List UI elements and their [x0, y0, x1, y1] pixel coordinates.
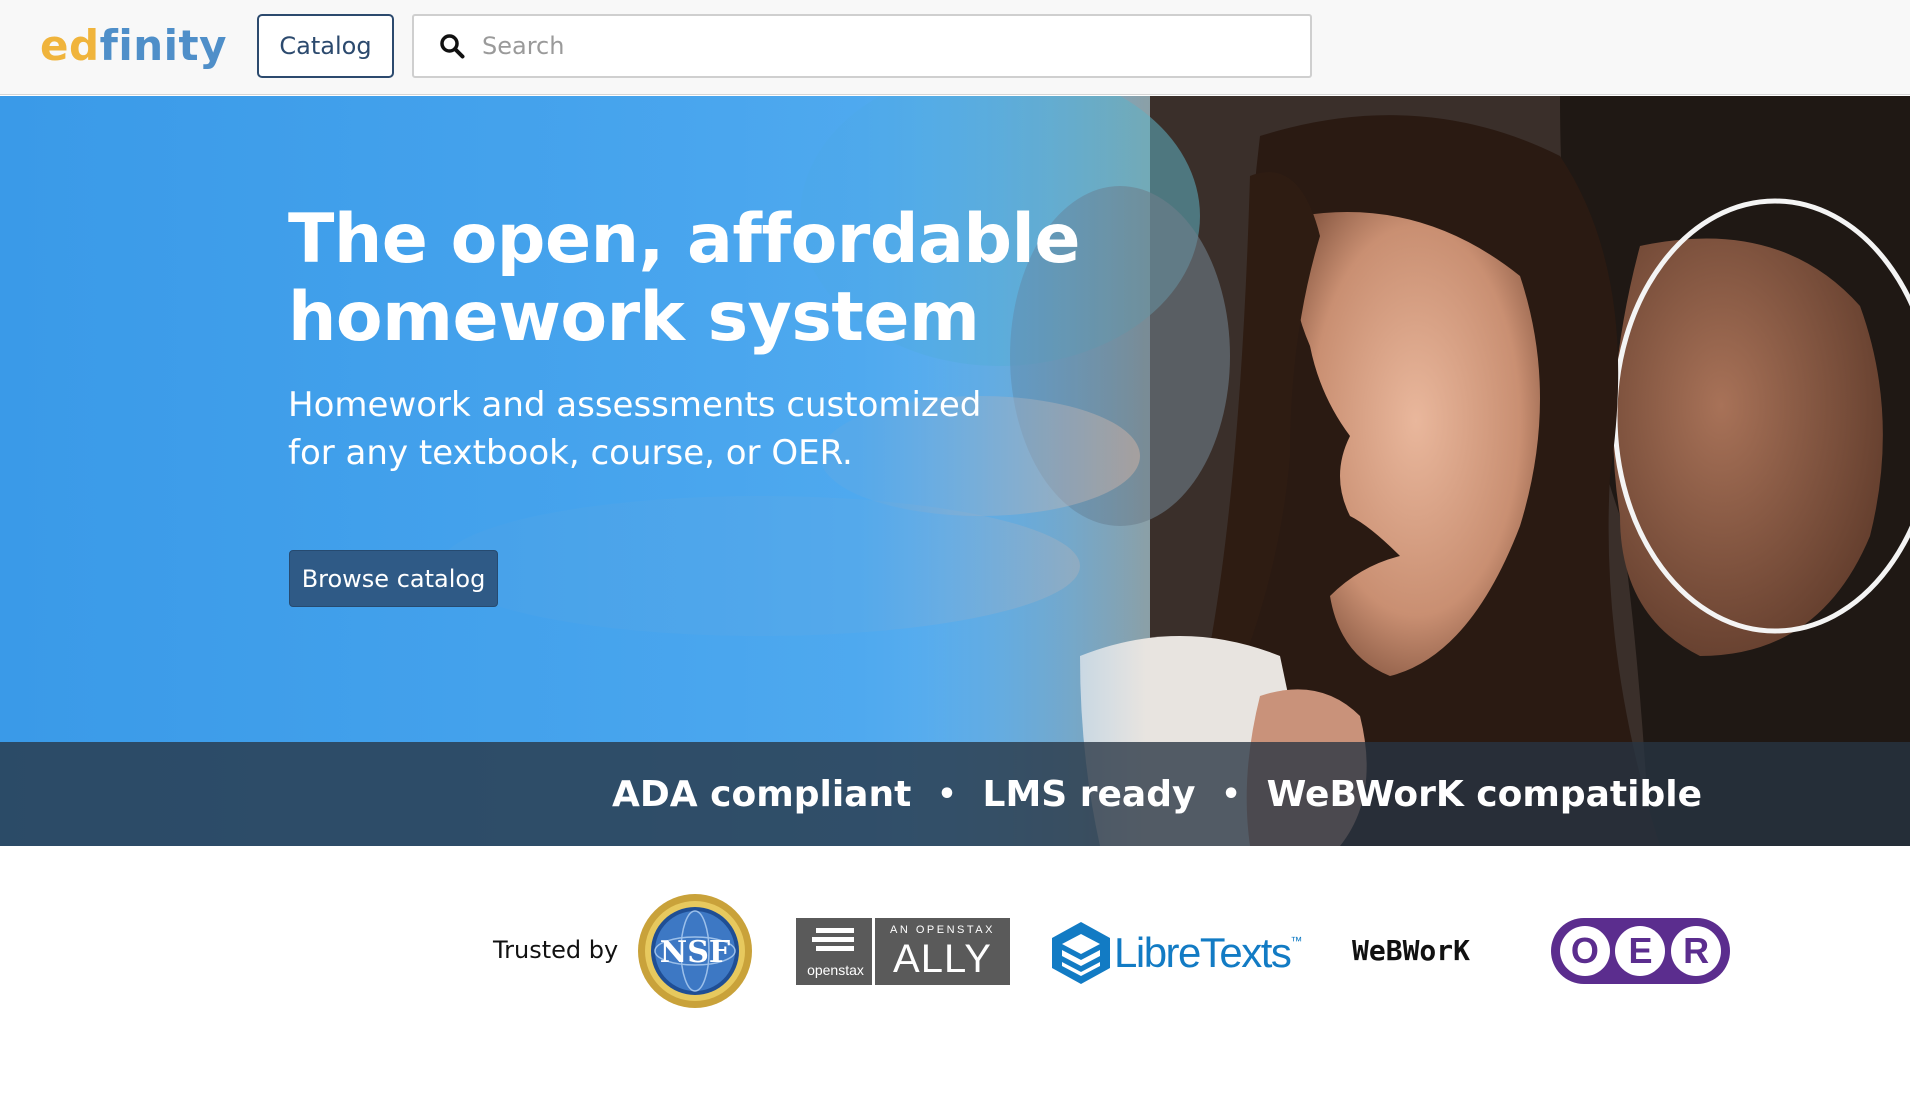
- hero-title-line1: The open, affordable: [288, 200, 1081, 279]
- feature-ada: ADA compliant: [612, 773, 912, 815]
- libretexts-tm: ™: [1290, 934, 1303, 948]
- edfinity-logo[interactable]: edfinity: [40, 18, 227, 74]
- hero-title-line2: homework system: [288, 278, 980, 357]
- openstax-mark: openstax: [796, 918, 875, 985]
- search-icon: [432, 26, 472, 66]
- search-box[interactable]: [412, 14, 1312, 78]
- libretexts-text: LibreTexts: [1114, 929, 1292, 976]
- hero-title: The open, affordable homework system: [288, 201, 1188, 357]
- hero-banner: The open, affordable homework system Hom…: [0, 96, 1910, 846]
- openstax-ally-logo[interactable]: openstax AN OPENSTAX ALLY: [796, 918, 1010, 985]
- feature-bar: ADA compliant • LMS ready • WeBWorK comp…: [0, 742, 1910, 846]
- ally-mark: AN OPENSTAX ALLY: [875, 918, 1010, 985]
- feature-webwork: WeBWorK compatible: [1266, 773, 1702, 815]
- feature-separator: •: [1221, 776, 1241, 812]
- logo-part-ed: ed: [40, 21, 100, 70]
- nsf-logo[interactable]: NSF: [636, 892, 754, 1010]
- oer-letter-o: O: [1559, 926, 1610, 976]
- oer-letter-e: E: [1615, 926, 1666, 976]
- catalog-button[interactable]: Catalog: [257, 14, 394, 78]
- feature-separator: •: [937, 776, 957, 812]
- oer-letter-r: R: [1671, 926, 1722, 976]
- feature-lms: LMS ready: [982, 773, 1196, 815]
- libretexts-icon: [1052, 922, 1110, 984]
- hero-subtitle: Homework and assessments customized for …: [288, 381, 1048, 477]
- hero-subtitle-line2: for any textbook, course, or OER.: [288, 433, 853, 473]
- browse-catalog-button[interactable]: Browse catalog: [289, 550, 498, 607]
- trusted-by-label: Trusted by: [493, 936, 619, 964]
- nsf-logo-text: NSF: [660, 935, 730, 970]
- top-nav-bar: edfinity Catalog: [0, 0, 1910, 95]
- oer-logo[interactable]: O E R: [1551, 918, 1730, 984]
- openstax-small-text: openstax: [807, 962, 864, 978]
- trusted-by-section: Trusted by NSF openstax AN OPENSTAX ALLY: [0, 846, 1910, 1102]
- ally-main-text: ALLY: [893, 937, 992, 981]
- search-input[interactable]: [482, 16, 1310, 76]
- webwork-logo[interactable]: WeBWorK: [1352, 934, 1470, 967]
- ally-top-text: AN OPENSTAX: [890, 924, 995, 936]
- hero-subtitle-line1: Homework and assessments customized: [288, 385, 982, 425]
- logo-part-finity: finity: [99, 21, 227, 70]
- libretexts-logo[interactable]: LibreTexts ™: [1050, 918, 1310, 988]
